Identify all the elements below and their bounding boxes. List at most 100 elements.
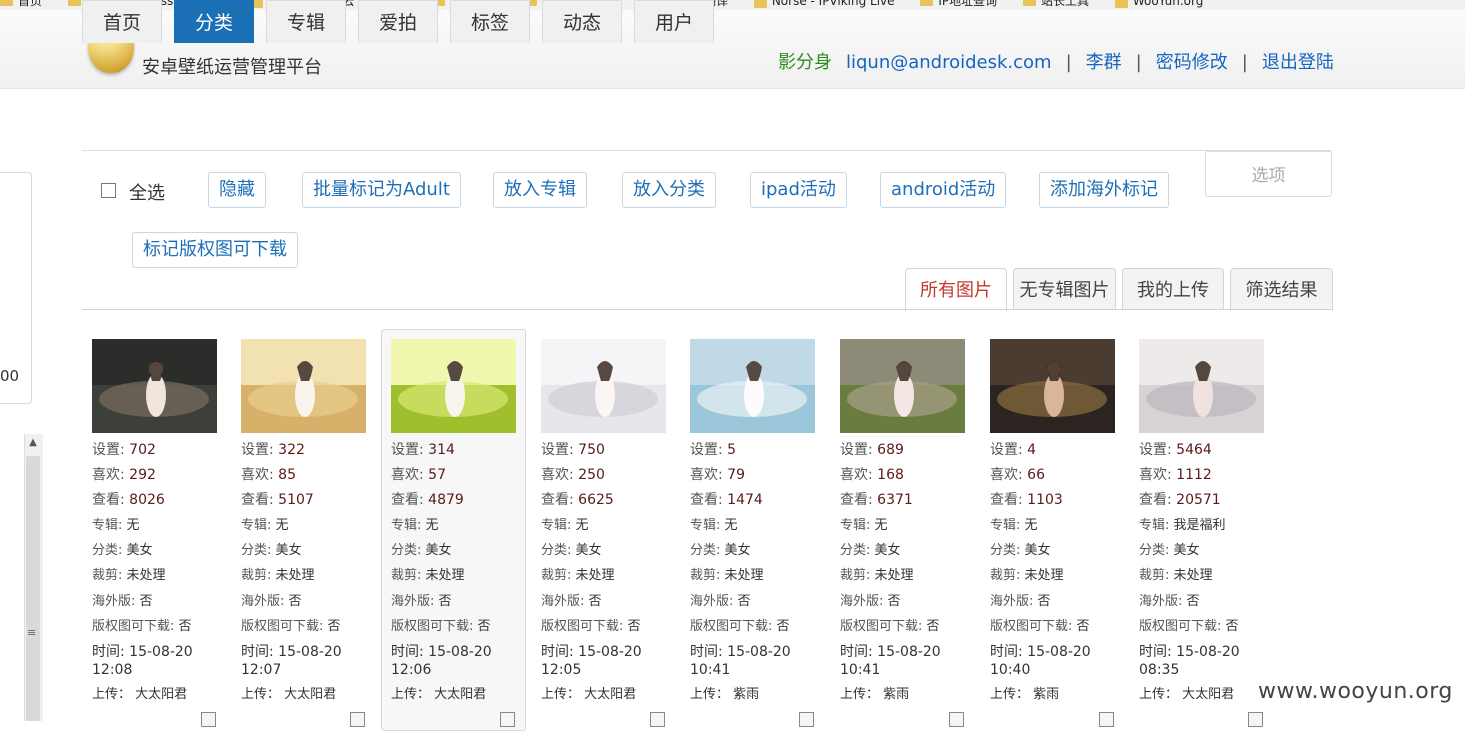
scroll-grip-icon: ≡: [27, 626, 37, 639]
add-to-album-button[interactable]: 放入专辑: [493, 172, 587, 208]
wallpaper-thumbnail[interactable]: [690, 339, 815, 433]
set-count-row: 设置: 322: [241, 442, 305, 458]
copyright-row: 版权图可下载: 否: [241, 618, 341, 634]
uploader-row: 上传： 紫雨: [840, 686, 910, 702]
copyright-row: 版权图可下载: 否: [840, 618, 940, 634]
hide-button[interactable]: 隐藏: [208, 172, 266, 208]
view-count-row: 查看: 1103: [990, 492, 1063, 509]
wallpaper-thumbnail[interactable]: [241, 339, 366, 433]
crop-row: 裁剪: 未处理: [391, 568, 465, 584]
uploader-name[interactable]: 大太阳君: [1182, 687, 1234, 702]
category-row: 分类: 美女: [690, 543, 751, 559]
subtab-divider: [82, 309, 1332, 310]
select-all-checkbox[interactable]: [101, 180, 116, 199]
like-count-row: 喜欢: 85: [241, 467, 296, 484]
tab-aipai[interactable]: 爱拍: [358, 0, 438, 43]
upload-time: 时间: 15-08-20 10:40: [990, 643, 1091, 678]
uploader-name[interactable]: 紫雨: [1033, 687, 1059, 702]
category-row: 分类: 美女: [391, 543, 452, 559]
upload-time: 时间: 15-08-20 12:08: [92, 643, 193, 678]
side-panel-text: 00: [0, 367, 20, 385]
tab-album[interactable]: 专辑: [266, 0, 346, 43]
copyright-row: 版权图可下载: 否: [92, 618, 192, 634]
tab-no-album-images[interactable]: 无专辑图片: [1013, 268, 1116, 310]
mark-copyright-download-button[interactable]: 标记版权图可下载: [132, 232, 298, 268]
tab-category[interactable]: 分类: [174, 0, 254, 43]
user-email-link[interactable]: liqun@androidesk.com: [846, 52, 1052, 73]
tab-my-uploads[interactable]: 我的上传: [1122, 268, 1224, 310]
uploader-name[interactable]: 大太阳君: [135, 687, 187, 702]
options-button[interactable]: 选项: [1205, 151, 1332, 197]
change-password-link[interactable]: 密码修改: [1156, 52, 1228, 73]
wallpaper-thumbnail[interactable]: [541, 339, 666, 433]
card-select-checkbox[interactable]: [949, 712, 964, 727]
tab-home[interactable]: 首页: [82, 0, 162, 43]
scrollbar-thumb[interactable]: [26, 456, 40, 721]
user-nav: 影分身 liqun@androidesk.com | 李群 | 密码修改 | 退出登陆: [778, 48, 1334, 74]
uploader-name[interactable]: 大太阳君: [434, 687, 486, 702]
like-count-row: 喜欢: 79: [690, 467, 745, 484]
wallpaper-thumbnail[interactable]: [1139, 339, 1264, 433]
uploader-row: 上传： 大太阳君: [92, 686, 188, 702]
set-count-row: 设置: 702: [92, 442, 156, 458]
upload-time: 时间: 15-08-20 12:07: [241, 643, 342, 678]
tab-filter-results[interactable]: 筛选结果: [1230, 268, 1333, 310]
user-name-link[interactable]: 李群: [1086, 52, 1122, 73]
tab-tags[interactable]: 标签: [450, 0, 530, 43]
album-row: 专辑: 无: [92, 518, 140, 534]
card-select-checkbox[interactable]: [799, 712, 814, 727]
image-card: 设置: 689 喜欢: 168 查看: 6371 专辑: 无 分类: 美女 裁剪…: [840, 339, 980, 707]
bookmark-item[interactable]: WooYun.org: [1114, 0, 1203, 8]
crop-row: 裁剪: 未处理: [990, 568, 1064, 584]
wallpaper-thumbnail[interactable]: [990, 339, 1115, 433]
bookmark-item[interactable]: 首页: [0, 0, 42, 9]
wallpaper-thumbnail[interactable]: [92, 339, 217, 433]
set-count-row: 设置: 689: [840, 442, 904, 458]
bookmark-item[interactable]: 站长工具: [1022, 0, 1089, 9]
tab-activity[interactable]: 动态: [542, 0, 622, 43]
select-all-label[interactable]: 全选: [129, 179, 165, 205]
set-count-row: 设置: 4: [990, 442, 1037, 458]
separator: |: [1241, 52, 1248, 73]
upload-time: 时间: 15-08-20 08:35: [1139, 643, 1240, 678]
card-select-checkbox[interactable]: [1248, 712, 1263, 727]
scroll-up-arrow-icon[interactable]: ▲: [24, 434, 42, 452]
add-overseas-mark-button[interactable]: 添加海外标记: [1039, 172, 1169, 208]
bookmark-item[interactable]: Norse - IPViking Live: [753, 0, 895, 8]
separator: |: [1135, 52, 1142, 73]
upload-time: 时间: 15-08-20 10:41: [690, 643, 791, 678]
uploader-name[interactable]: 紫雨: [733, 687, 759, 702]
like-count-row: 喜欢: 57: [391, 467, 446, 484]
album-row: 专辑: 无: [241, 518, 289, 534]
wallpaper-thumbnail[interactable]: [391, 339, 516, 433]
category-row: 分类: 美女: [990, 543, 1051, 559]
crop-row: 裁剪: 未处理: [92, 568, 166, 584]
wallpaper-thumbnail[interactable]: [840, 339, 965, 433]
add-to-category-button[interactable]: 放入分类: [622, 172, 716, 208]
mark-adult-button[interactable]: 批量标记为Adult: [302, 172, 461, 208]
logout-link[interactable]: 退出登陆: [1262, 52, 1334, 73]
card-select-checkbox[interactable]: [201, 712, 216, 727]
uploader-row: 上传： 紫雨: [990, 686, 1060, 702]
card-select-checkbox[interactable]: [350, 712, 365, 727]
album-row: 专辑: 无: [840, 518, 888, 534]
uploader-name[interactable]: 紫雨: [883, 687, 909, 702]
uploader-row: 上传： 紫雨: [690, 686, 760, 702]
bookmark-item[interactable]: IP地址查询: [920, 0, 997, 9]
tab-all-images[interactable]: 所有图片: [905, 268, 1007, 311]
tab-users[interactable]: 用户: [634, 0, 714, 43]
uploader-name[interactable]: 大太阳君: [284, 687, 336, 702]
overseas-row: 海外版: 否: [241, 593, 302, 609]
image-card: 设置: 4 喜欢: 66 查看: 1103 专辑: 无 分类: 美女 裁剪: 未…: [990, 339, 1130, 707]
card-select-checkbox[interactable]: [500, 712, 515, 727]
like-count-row: 喜欢: 1112: [1139, 467, 1212, 484]
android-activity-button[interactable]: android活动: [880, 172, 1007, 208]
ipad-activity-button[interactable]: ipad活动: [750, 172, 847, 208]
overseas-row: 海外版: 否: [1139, 593, 1200, 609]
category-row: 分类: 美女: [241, 543, 302, 559]
overseas-row: 海外版: 否: [541, 593, 602, 609]
card-select-checkbox[interactable]: [1099, 712, 1114, 727]
card-select-checkbox[interactable]: [650, 712, 665, 727]
uploader-name[interactable]: 大太阳君: [584, 687, 636, 702]
set-count-row: 设置: 314: [391, 442, 455, 458]
